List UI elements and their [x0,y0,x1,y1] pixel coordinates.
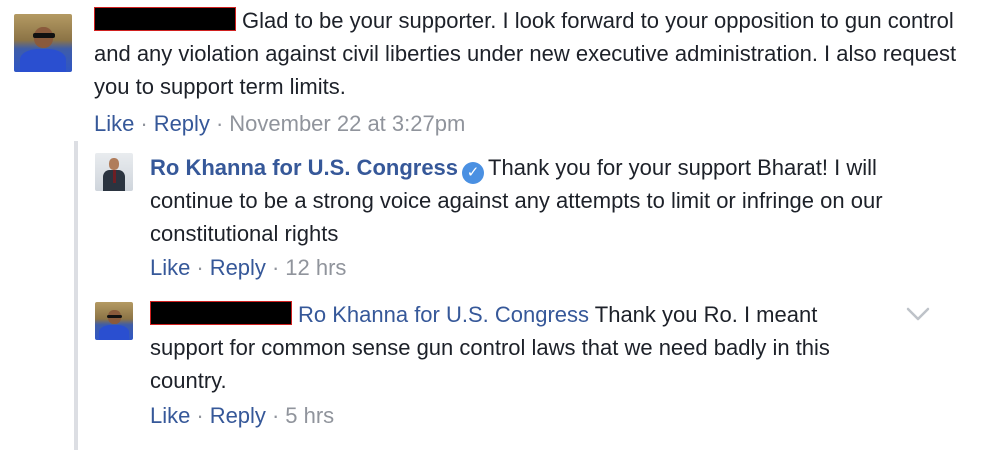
like-link[interactable]: Like [150,403,190,428]
reply-body: Ro Khanna for U.S. Congress Thank you Ro… [150,298,890,397]
separator: · [196,255,204,280]
reply-link[interactable]: Reply [210,403,266,428]
mention-link[interactable]: Ro Khanna for U.S. Congress [298,302,589,327]
author-name-link[interactable]: Ro Khanna for U.S. Congress [150,155,458,180]
reply-actions: Like · Reply · 5 hrs [150,401,334,431]
like-link[interactable]: Like [150,255,190,280]
avatar[interactable] [95,302,133,340]
avatar[interactable] [95,153,133,191]
chevron-down-icon[interactable] [904,304,932,324]
reply-actions: Like · Reply · 12 hrs [150,253,346,283]
timestamp-link[interactable]: 12 hrs [285,255,346,280]
timestamp-link[interactable]: November 22 at 3:27pm [229,111,465,136]
like-link[interactable]: Like [94,111,134,136]
redacted-author-name [150,301,292,325]
avatar[interactable] [14,14,72,72]
separator: · [271,403,280,428]
verified-badge-icon: ✓ [462,162,485,184]
comment-body: Glad to be your supporter. I look forwar… [94,4,974,103]
reply-link[interactable]: Reply [210,255,266,280]
separator: · [196,403,204,428]
redacted-author-name [94,7,236,31]
reply-thread-line [74,141,78,450]
timestamp-link[interactable]: 5 hrs [285,403,334,428]
reply-body: Ro Khanna for U.S. Congress ✓ Thank you fo… [150,151,930,250]
reply-link[interactable]: Reply [154,111,210,136]
separator: · [140,111,148,136]
comment-actions: Like · Reply · November 22 at 3:27pm [94,109,465,139]
separator: · [271,255,280,280]
separator: · [215,111,224,136]
